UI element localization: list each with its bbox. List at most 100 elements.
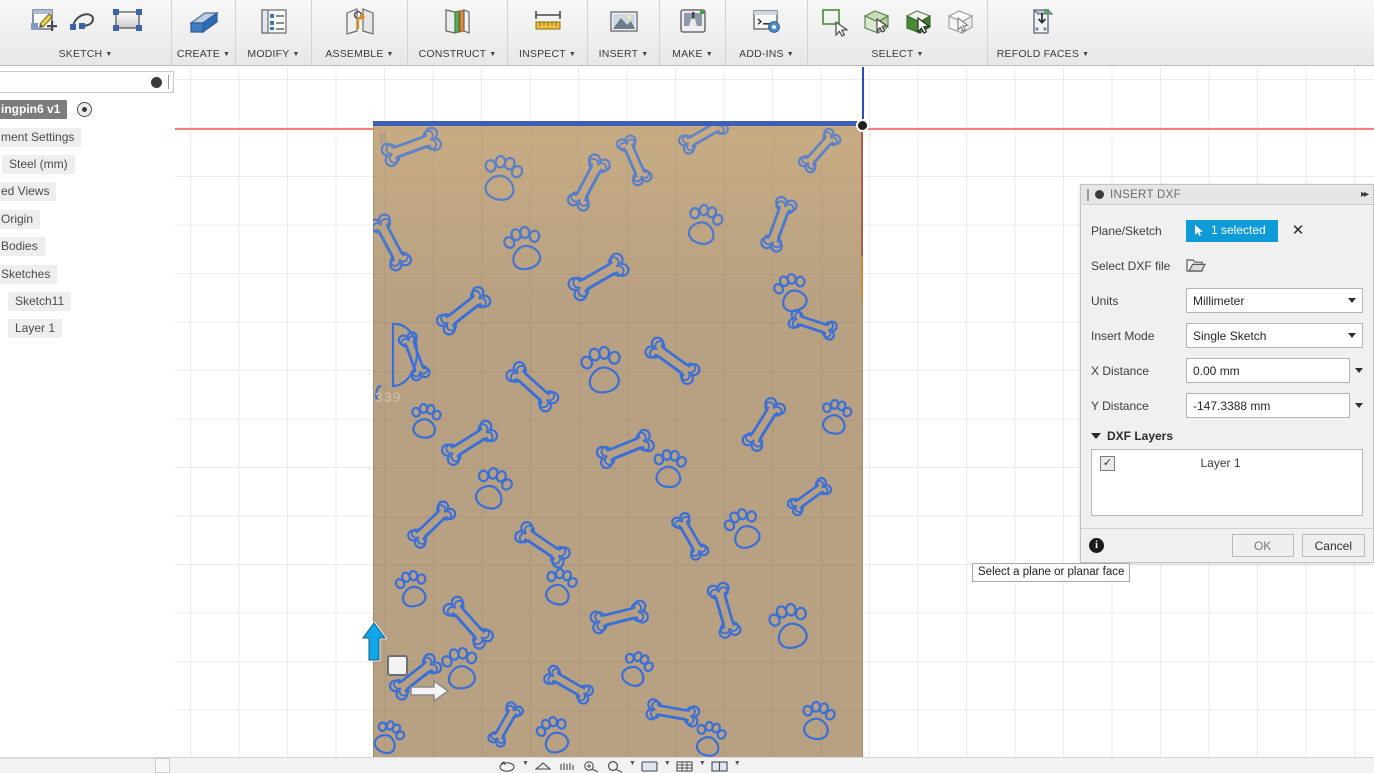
toolbar-group-label-sketch[interactable]: SKETCH ▼ [59,44,113,64]
toolbar-group-label-refold-faces[interactable]: REFOLD FACES ▼ [997,44,1089,64]
create-extrude-icon[interactable] [187,5,221,39]
browser-item-label: Layer 1 [8,319,63,338]
orbit-icon[interactable] [498,760,518,773]
construct-plane-icon[interactable] [441,5,475,39]
assemble-joint-icon[interactable] [343,5,377,39]
select-freeform-icon[interactable] [860,5,894,39]
toolbar-group-create: CREATE ▼ [172,0,236,65]
chevron-right-double-icon[interactable]: ▸▸ [1361,189,1369,200]
zoom-fit-icon[interactable] [581,760,601,773]
units-select[interactable]: Millimeter [1186,288,1363,313]
plane-sketch-selection-button[interactable]: 1 selected [1186,219,1278,242]
dxf-layers-list[interactable]: ✓ Layer 1 [1091,449,1363,516]
toolbar-group-label-inspect[interactable]: INSPECT ▼ [519,44,576,64]
inspect-measure-icon[interactable] [531,5,565,39]
toolbar-group-label-modify[interactable]: MODIFY ▼ [247,44,299,64]
layer-checkbox[interactable]: ✓ [1100,455,1115,471]
caret-down-icon: ▼ [489,51,497,58]
caret-down-icon[interactable]: ▼ [629,760,636,767]
refold-faces-icon[interactable] [1026,5,1060,39]
modify-list-icon[interactable] [257,5,291,39]
list-item[interactable]: ✓ Layer 1 [1092,450,1362,476]
x-distance-value: 0.00 mm [1193,363,1240,378]
browser-tree-item[interactable]: Steel (mm) [0,155,81,174]
open-folder-icon[interactable] [1186,257,1206,274]
browser-panel-header[interactable] [0,71,174,93]
toolbar-group-label-assemble[interactable]: ASSEMBLE ▼ [325,44,393,64]
chevron-down-icon [1348,333,1356,338]
y-distance-value: -147.3388 mm [1193,398,1271,413]
insert-mode-select[interactable]: Single Sketch [1186,323,1363,348]
toolbar-icon-row [337,0,383,44]
chevron-down-icon[interactable] [1355,368,1363,373]
sketch-spline-icon[interactable] [69,5,103,39]
toolbar-group-label-insert[interactable]: INSERT ▼ [599,44,649,64]
make-3dprint-icon[interactable] [676,5,710,39]
plane-move-handle[interactable] [387,655,408,676]
chevron-down-icon[interactable] [1355,403,1363,408]
caret-down-icon[interactable]: ▼ [734,760,741,767]
clear-selection-button[interactable]: ✕ [1292,223,1305,238]
pan-icon[interactable] [533,760,553,773]
browser-tree-item[interactable]: ment Settings [0,128,87,147]
caret-down-icon[interactable]: ▼ [664,760,671,767]
toolbar-icon-row [21,0,151,44]
sketch-rectangle-icon[interactable] [111,5,145,39]
dialog-collapse-icon[interactable] [1095,190,1104,199]
y-distance-input[interactable]: -147.3388 mm [1186,393,1350,418]
caret-down-icon[interactable]: ▼ [522,760,529,767]
browser-tree-item[interactable]: ingpin6 v1 [0,100,98,119]
insert-mode-label: Insert Mode [1091,328,1155,343]
insert-dxf-dialog[interactable]: INSERT DXF ▸▸ Plane/Sketch 1 selected ✕ … [1080,184,1374,563]
zoom-window-icon[interactable] [605,760,625,773]
toolbar-group-title: REFOLD FACES [996,48,1080,60]
browser-tree-item[interactable]: Bodies [0,237,51,256]
ok-button[interactable]: OK [1231,534,1294,557]
x-distance-input[interactable]: 0.00 mm [1186,358,1350,383]
browser-tree-item[interactable]: Layer 1 [2,319,68,338]
browser-collapse-icon[interactable] [151,76,162,88]
fusion360-window: SKETCH ▼ CREATE ▼ MODIFY ▼ ASSEMBLE ▼ CONSTRUCT ▼… [0,0,1374,773]
origin-point[interactable] [856,119,869,132]
info-icon[interactable]: i [1089,538,1104,553]
dxf-layers-label: DXF Layers [1107,429,1174,443]
addins-script-icon[interactable] [750,5,784,39]
display-settings-icon[interactable] [640,760,660,773]
toolbar-icon-row [251,0,297,44]
plate-selected-edge[interactable] [373,121,863,126]
y-direction-arrow[interactable] [361,622,387,662]
caret-down-icon[interactable]: ▼ [699,760,706,767]
viewports-icon[interactable] [710,760,730,773]
dialog-header[interactable]: INSERT DXF ▸▸ [1081,185,1373,205]
browser-tree-item[interactable]: Sketches [0,265,63,284]
create-sketch-icon[interactable] [27,5,61,39]
toolbar-group-label-add-ins[interactable]: ADD-INS ▼ [739,44,794,64]
toolbar-group-label-make[interactable]: MAKE ▼ [672,44,713,64]
insert-image-icon[interactable] [607,5,641,39]
browser-grip-icon [168,75,169,89]
browser-tree-item[interactable]: Origin [0,210,46,229]
panel-bottom-edge [0,758,156,759]
toolbar-group-label-select[interactable]: SELECT ▼ [871,44,923,64]
toolbar-icon-row [525,0,571,44]
browser-tree-item[interactable]: ed Views [0,182,62,201]
sheet-metal-plate[interactable] [373,124,863,757]
toolbar-group-modify: MODIFY ▼ [236,0,312,65]
navigation-bar[interactable]: ▼ ▼ ▼ ▼ ▼ [498,760,741,773]
visibility-eye-icon[interactable] [77,102,93,117]
dxf-layers-section-header[interactable]: DXF Layers [1081,423,1373,447]
toolbar-icon-row [1020,0,1066,44]
select-window-icon[interactable] [818,5,852,39]
select-box-icon[interactable] [944,5,978,39]
y-distance-label: Y Distance [1091,398,1149,413]
cancel-button[interactable]: Cancel [1301,534,1365,557]
select-paint-icon[interactable] [902,5,936,39]
grid-snap-icon[interactable] [675,760,695,773]
toolbar-group-label-construct[interactable]: CONSTRUCT ▼ [419,44,497,64]
panel-resize-corner[interactable] [155,758,170,773]
zoom-icon[interactable] [557,760,577,773]
x-direction-arrow[interactable] [410,679,450,703]
browser-tree-item[interactable]: Sketch11 [2,292,77,311]
caret-down-icon: ▼ [105,51,113,58]
toolbar-group-label-create[interactable]: CREATE ▼ [177,44,230,64]
